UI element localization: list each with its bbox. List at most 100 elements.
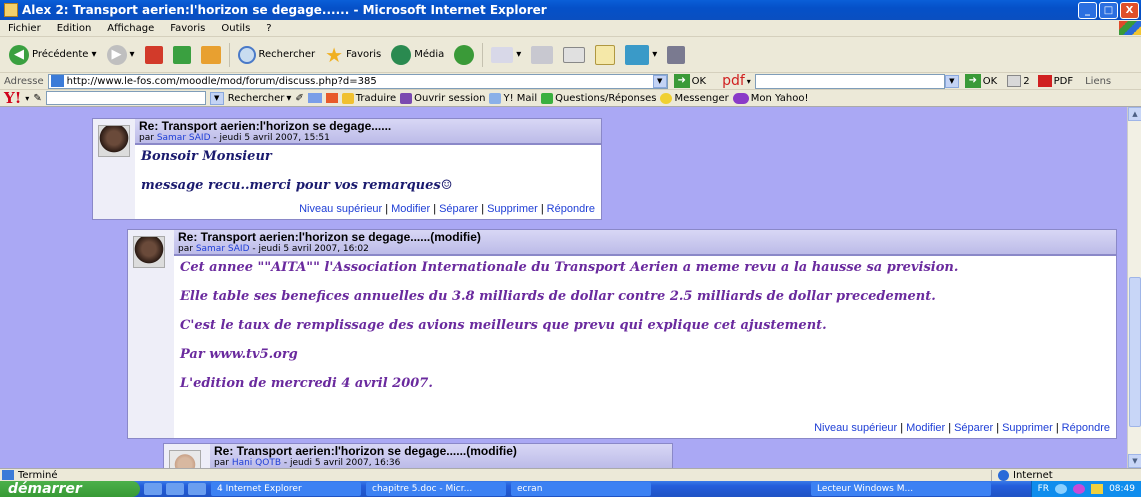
clock[interactable]: 08:49 bbox=[1109, 484, 1135, 494]
chevron-down-icon[interactable]: ▼ bbox=[209, 91, 224, 105]
parent-link[interactable]: Niveau supérieur bbox=[299, 203, 382, 215]
avatar[interactable] bbox=[133, 236, 165, 268]
delete-link[interactable]: Supprimer bbox=[1002, 422, 1053, 434]
task-folder[interactable]: ecran bbox=[511, 482, 651, 496]
post-byline: par Samar SAID - jeudi 5 avril 2007, 16:… bbox=[178, 244, 1116, 254]
favorites-button[interactable]: ★ Favoris bbox=[320, 41, 386, 69]
chevron-down-icon[interactable]: ▼ bbox=[944, 74, 959, 88]
reply-link[interactable]: Répondre bbox=[1062, 422, 1110, 434]
avatar[interactable] bbox=[169, 450, 201, 468]
menu-affichage[interactable]: Affichage bbox=[99, 23, 162, 34]
yahoo-translate[interactable]: Traduire bbox=[341, 92, 396, 104]
pages-icon[interactable] bbox=[1007, 75, 1022, 87]
refresh-icon bbox=[172, 45, 191, 64]
yahoo-my[interactable]: Mon Yahoo! bbox=[732, 92, 808, 104]
scroll-thumb[interactable] bbox=[1129, 277, 1141, 427]
title-bar: Alex 2: Transport aerien:l'horizon se de… bbox=[0, 0, 1141, 20]
go2-button[interactable]: ➜ OK bbox=[959, 74, 1003, 88]
author-link[interactable]: Samar SAID bbox=[157, 133, 211, 143]
task-internet-explorer[interactable]: 4 Internet Explorer bbox=[211, 482, 361, 496]
yahoo-mail[interactable]: Y! Mail bbox=[489, 92, 537, 104]
pencil-icon[interactable]: ✎ bbox=[33, 93, 41, 104]
edit-link[interactable]: Modifier bbox=[906, 422, 945, 434]
language-indicator[interactable]: FR bbox=[1038, 484, 1049, 494]
yahoo-logo[interactable]: Y! bbox=[0, 89, 21, 107]
scroll-up-icon[interactable]: ▲ bbox=[1128, 107, 1141, 121]
go2-label: OK bbox=[982, 75, 998, 87]
menu-outils[interactable]: Outils bbox=[213, 23, 258, 34]
quicklaunch-media-icon[interactable] bbox=[188, 483, 206, 495]
menu-favoris[interactable]: Favoris bbox=[162, 23, 213, 34]
stop-button[interactable] bbox=[140, 41, 168, 69]
yahoo-search-input[interactable] bbox=[45, 91, 206, 105]
links-label[interactable]: Liens bbox=[1085, 76, 1111, 87]
yahoo-login[interactable]: Ouvrir session bbox=[400, 92, 485, 104]
messenger-button[interactable]: ▾ bbox=[620, 41, 662, 69]
address-url[interactable]: http://www.le-fos.com/moodle/mod/forum/d… bbox=[67, 76, 653, 87]
avatar[interactable] bbox=[98, 125, 130, 157]
chevron-down-icon[interactable]: ▾ bbox=[516, 49, 521, 60]
post-byline: par Samar SAID - jeudi 5 avril 2007, 15:… bbox=[139, 133, 601, 143]
chevron-down-icon[interactable]: ▾ bbox=[130, 49, 135, 60]
tray-messenger-icon[interactable] bbox=[1073, 484, 1086, 494]
menu-help[interactable]: ? bbox=[258, 23, 279, 34]
print-button[interactable] bbox=[526, 41, 558, 69]
edit-button[interactable] bbox=[558, 41, 590, 69]
quicklaunch-desktop-icon[interactable] bbox=[166, 483, 184, 495]
split-link[interactable]: Séparer bbox=[439, 203, 478, 215]
go-button[interactable]: ➜ OK bbox=[668, 74, 712, 88]
pdf-doc-icon[interactable] bbox=[1037, 75, 1052, 87]
address-field[interactable]: http://www.le-fos.com/moodle/mod/forum/d… bbox=[47, 73, 668, 89]
maximize-button[interactable]: □ bbox=[1099, 1, 1118, 19]
highlight-icon[interactable]: ✐ bbox=[295, 93, 303, 104]
mail-button[interactable]: ▾ bbox=[486, 41, 526, 69]
chevron-down-icon[interactable]: ▾ bbox=[91, 49, 96, 60]
author-link[interactable]: Hani QOTB bbox=[232, 458, 281, 468]
refresh-button[interactable] bbox=[168, 41, 196, 69]
address-bar: Adresse http://www.le-fos.com/moodle/mod… bbox=[0, 73, 1141, 90]
color-icon[interactable] bbox=[325, 93, 338, 103]
parent-link[interactable]: Niveau supérieur bbox=[814, 422, 897, 434]
reply-link[interactable]: Répondre bbox=[547, 203, 595, 215]
yahoo-messenger-label: Messenger bbox=[674, 92, 729, 104]
yahoo-search-button[interactable]: Rechercher ▾ bbox=[228, 93, 292, 104]
pdf-search-field[interactable] bbox=[754, 73, 945, 89]
edit-link[interactable]: Modifier bbox=[391, 203, 430, 215]
menu-fichier[interactable]: Fichier bbox=[0, 23, 49, 34]
task-media-player[interactable]: Lecteur Windows M... bbox=[811, 482, 991, 496]
yahoo-answers[interactable]: Questions/Réponses bbox=[541, 92, 656, 104]
layout-icon[interactable] bbox=[307, 93, 322, 103]
avatar-cell bbox=[93, 119, 135, 219]
author-link[interactable]: Samar SAID bbox=[196, 244, 250, 254]
post-date: - jeudi 5 avril 2007, 16:02 bbox=[252, 244, 369, 254]
home-button[interactable] bbox=[196, 41, 226, 69]
minimize-button[interactable]: _ bbox=[1078, 1, 1097, 19]
yahoo-messenger[interactable]: Messenger bbox=[660, 92, 729, 104]
discuss-button[interactable] bbox=[590, 41, 620, 69]
forward-button[interactable]: ▶ ▾ bbox=[102, 41, 140, 69]
by-prefix: par bbox=[214, 458, 229, 468]
chevron-down-icon[interactable]: ▾ bbox=[652, 49, 657, 60]
menu-edition[interactable]: Edition bbox=[49, 23, 100, 34]
vertical-scrollbar[interactable]: ▲ ▼ bbox=[1127, 107, 1141, 468]
delete-link[interactable]: Supprimer bbox=[487, 203, 538, 215]
chevron-down-icon[interactable]: ▾ bbox=[747, 77, 751, 86]
close-button[interactable]: X bbox=[1120, 1, 1139, 19]
history-button[interactable] bbox=[449, 41, 479, 69]
research-button[interactable] bbox=[662, 41, 690, 69]
pdf-button-label[interactable]: PDF bbox=[1054, 76, 1073, 87]
split-link[interactable]: Séparer bbox=[954, 422, 993, 434]
ie-icon bbox=[4, 3, 18, 17]
quicklaunch-ie-icon[interactable] bbox=[144, 483, 162, 495]
search-button[interactable]: Rechercher bbox=[233, 41, 321, 69]
back-button[interactable]: ◀ Précédente ▾ bbox=[4, 41, 102, 69]
task-word[interactable]: chapitre 5.doc - Micr... bbox=[366, 482, 506, 496]
chevron-down-icon[interactable]: ▼ bbox=[652, 74, 667, 88]
media-button[interactable]: Média bbox=[386, 41, 449, 69]
scroll-down-icon[interactable]: ▼ bbox=[1128, 454, 1141, 468]
chevron-down-icon: ▾ bbox=[286, 92, 292, 104]
tray-network-icon[interactable] bbox=[1055, 484, 1068, 494]
chevron-down-icon[interactable]: ▾ bbox=[25, 94, 29, 103]
start-button[interactable]: démarrer bbox=[0, 481, 140, 497]
tray-volume-icon[interactable] bbox=[1091, 484, 1104, 494]
